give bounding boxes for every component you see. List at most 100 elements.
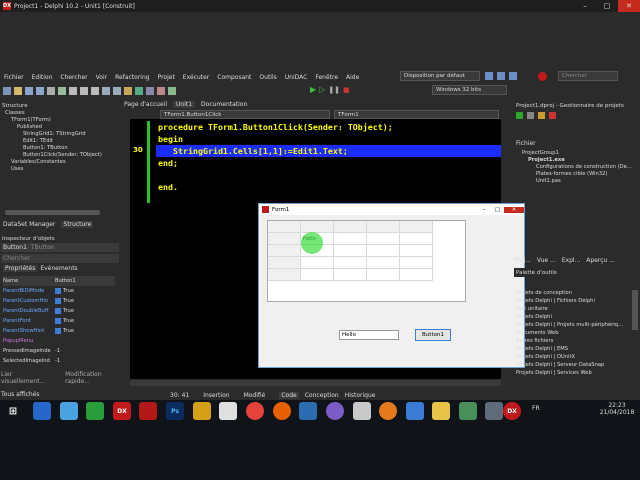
stop-icon[interactable]: ■ [343,86,350,94]
redo-icon[interactable] [113,86,121,95]
compile-icon[interactable] [168,86,176,95]
platform-combo[interactable]: Windows 32 bits [432,85,507,95]
ide-search-input[interactable]: Chercher [558,71,618,81]
tab-evenements[interactable]: Evénements [40,265,77,272]
menu-executer[interactable]: Exécuter [179,74,213,81]
undo-icon[interactable] [102,86,110,95]
editor-hscrollbar[interactable] [130,380,501,386]
palette-scrollbar[interactable] [632,290,638,330]
string-grid[interactable]: Hello [267,220,466,302]
layout-combo[interactable]: Disposition par défaut [400,71,480,81]
menu-projet[interactable]: Projet [154,74,179,81]
tab-conception[interactable]: Conception [305,392,339,399]
tree-project1-exe[interactable]: Project1.exe [516,157,640,164]
grid-cell[interactable] [301,257,334,269]
edit1-input[interactable]: Hello [339,330,399,340]
palette-category[interactable]: Projets Delphi | EMS [516,345,630,353]
tab-data-explorer[interactable]: Expl... [562,257,581,264]
menu-chercher[interactable]: Chercher [56,74,91,81]
app-white-icon[interactable] [219,402,237,420]
app-delphi2-icon[interactable]: DX [503,402,521,420]
add-icon[interactable] [538,112,545,119]
menu-edition[interactable]: Edition [28,74,57,81]
minimize-button[interactable]: – [574,0,596,12]
palette-category[interactable]: Test unitaire [516,305,630,313]
close-button[interactable]: ✕ [618,0,640,12]
grid-cell[interactable] [301,269,334,281]
form-minimize-button[interactable]: – [478,207,491,213]
app-orange-icon[interactable] [379,402,397,420]
grid-cell[interactable] [400,233,433,245]
tree-target-platforms[interactable]: Plates-formes cible (Win32) [516,171,640,178]
grid-cell[interactable] [334,233,367,245]
tab-model-view[interactable]: Vue ... [537,257,556,264]
grid-cell[interactable] [400,269,433,281]
grid-cell[interactable] [367,269,400,281]
remove-icon[interactable] [549,112,556,119]
inspector-row[interactable]: ParentFont True [3,316,115,326]
grid-cell[interactable] [334,269,367,281]
add-file-icon[interactable] [58,86,66,95]
inspector-row[interactable]: ParentShowHint True [3,326,115,336]
tree-published[interactable]: Published [3,124,126,131]
run-no-debug-icon[interactable]: ▷ [319,85,325,94]
save-all-icon[interactable] [36,86,44,95]
app-monitor-icon[interactable] [485,402,503,420]
app-chrome-icon[interactable] [246,402,264,420]
cut-icon[interactable] [69,86,77,95]
grid-cell[interactable] [334,245,367,257]
menu-unidac[interactable]: UniDAC [281,74,312,81]
app-viber-icon[interactable] [326,402,344,420]
inspector-search-input[interactable]: Chercher [1,254,119,263]
language-indicator[interactable]: FR [532,405,540,412]
tab-documentation[interactable]: Documentation [201,101,247,108]
palette-category[interactable]: Projets Delphi | DUnitX [516,353,630,361]
inspector-row[interactable]: PressedImageInde -1 [3,346,115,356]
app-delphi-icon[interactable]: DX [113,402,131,420]
new-icon[interactable] [3,86,11,95]
method-combo[interactable]: TForm1.Button1Click [160,110,330,119]
button1[interactable]: Button1 [415,329,451,341]
tab-projects[interactable]: Proj... [514,257,531,264]
layout-toggle-icon[interactable] [509,72,517,80]
menu-outils[interactable]: Outils [255,74,280,81]
maximize-button[interactable]: □ [596,0,618,12]
tab-multi-device-preview[interactable]: Aperçu ... [586,257,615,264]
palette-category[interactable]: Documents Web [516,329,630,337]
grid-cell[interactable] [400,257,433,269]
tree-button1[interactable]: Button1: TButton [3,145,126,152]
bookmark-icon[interactable] [157,86,165,95]
inspector-row[interactable]: SelectedImageInd -1 [3,356,115,366]
inspector-row[interactable]: ParentDoubleBuff True [3,306,115,316]
clock[interactable]: 22:23 21/04/2018 [598,402,636,416]
app-network-icon[interactable] [60,402,78,420]
inspector-row[interactable]: PopupMenu [3,336,115,346]
grid-cell[interactable] [367,245,400,257]
pause-icon[interactable]: ❚❚ [328,86,340,94]
tree-classes[interactable]: Classes [3,110,126,117]
tab-historique[interactable]: Historique [345,392,376,399]
app-red-icon[interactable] [139,402,157,420]
app-photoshop-icon[interactable]: Ps [166,402,184,420]
close-file-icon[interactable] [47,86,55,95]
menu-voir[interactable]: Voir [92,74,111,81]
menu-aide[interactable]: Aide [342,74,363,81]
menu-refactoring[interactable]: Refactoring [111,74,153,81]
menu-fenetre[interactable]: Fenêtre [311,74,342,81]
class-combo[interactable]: TForm1 [334,110,499,119]
form-maximize-button[interactable]: □ [491,207,504,213]
inspector-row[interactable]: ParentBiDiMode True [3,286,115,296]
run-icon[interactable]: ▶ [310,85,316,94]
inspector-object-combo[interactable]: Button1 TButton [1,243,119,252]
view-unit-icon[interactable] [146,86,154,95]
palette-category[interactable]: Autres fichiers [516,337,630,345]
open-icon[interactable] [14,86,22,95]
embarcadero-icon[interactable] [538,72,547,81]
tab-structure[interactable]: Structure [61,221,94,228]
app-tools-icon[interactable] [459,402,477,420]
tree-projectgroup[interactable]: ProjectGroup1 [516,150,640,157]
palette-category[interactable]: Projets Delphi [516,313,630,321]
find-icon[interactable] [124,86,132,95]
link-visually[interactable]: Lier visuellement... [1,371,57,385]
app-ie-icon[interactable] [33,402,51,420]
